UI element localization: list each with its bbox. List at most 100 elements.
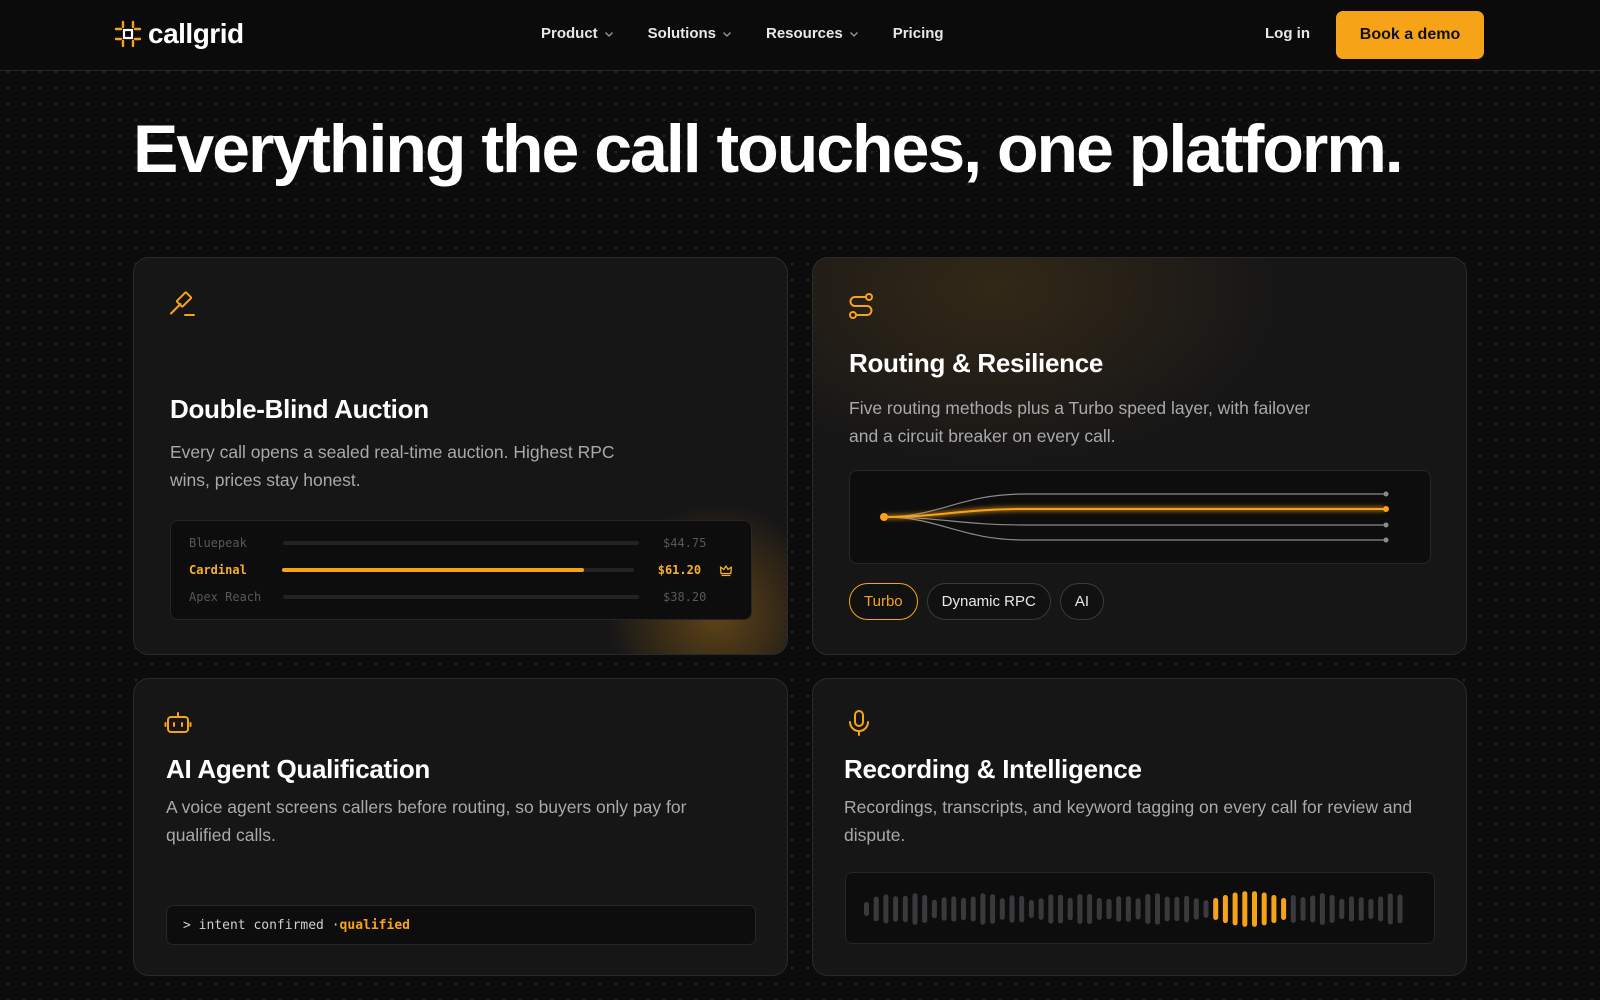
bid-track (283, 541, 639, 545)
bid-name: Bluepeak (189, 536, 247, 550)
waveform-bar (1329, 894, 1335, 923)
top-nav: callgrid Product Solutions Resources Pri… (0, 0, 1600, 71)
waveform-bars (864, 891, 1403, 927)
waveform-bar (1203, 900, 1209, 918)
waveform-bar (1300, 897, 1306, 921)
waveform-bar (1135, 898, 1141, 920)
crown-icon (719, 565, 733, 577)
waveform-bar (1184, 895, 1190, 923)
waveform-bar (1028, 900, 1034, 918)
chevron-down-icon (723, 31, 731, 37)
nav-pricing-label: Pricing (892, 25, 944, 42)
bid-name: Cardinal (189, 563, 247, 577)
waveform-bar (1290, 895, 1296, 923)
routing-diagram (849, 470, 1431, 564)
waveform-bar (1242, 891, 1248, 927)
nav-product[interactable]: Product (541, 25, 614, 42)
waveform-bar (1038, 898, 1044, 920)
nav-solutions[interactable]: Solutions (648, 25, 732, 42)
terminal-prefix: > intent confirmed · (183, 917, 340, 933)
audio-waveform (845, 872, 1435, 944)
waveform-bar (1339, 898, 1345, 920)
book-demo-button[interactable]: Book a demo (1336, 11, 1484, 59)
card-description: A voice agent screens callers before rou… (166, 797, 687, 845)
card-description: Five routing methods plus a Turbo speed … (849, 398, 1311, 446)
logo[interactable]: callgrid (114, 18, 244, 50)
waveform-bar (1387, 893, 1393, 925)
chip-dynamic-rpc[interactable]: Dynamic RPC (926, 583, 1051, 620)
card-title: Recording & Intelligence (844, 754, 1142, 784)
waveform-bar (893, 896, 899, 922)
waveform-bar (1067, 897, 1073, 921)
waveform-bar (999, 898, 1005, 920)
login-link[interactable]: Log in (1265, 25, 1310, 42)
waveform-bar (1145, 894, 1151, 924)
waveform-bar (951, 896, 957, 922)
waveform-bar (1261, 892, 1267, 926)
waveform-bar (864, 902, 869, 916)
waveform-bar (873, 896, 879, 922)
auction-panel: Bluepeak $44.75 Cardinal $61.20 Apex Rea… (170, 520, 752, 620)
chip-ai[interactable]: AI (1059, 583, 1105, 620)
routing-lines (880, 491, 1389, 543)
waveform-bar (1048, 894, 1054, 924)
card-description: Recordings, transcripts, and keyword tag… (844, 797, 1413, 845)
terminal-status: qualified (339, 917, 410, 933)
nav-resources[interactable]: Resources (766, 25, 859, 42)
waveform-bar (1155, 893, 1160, 925)
bid-track (283, 595, 639, 599)
page-title: Everything the call touches, one platfor… (133, 111, 1404, 187)
chevron-down-icon (849, 31, 858, 37)
waveform-bar (1397, 894, 1403, 924)
waveform-bar (1222, 895, 1228, 924)
bot-icon (164, 712, 192, 733)
waveform-bar (990, 894, 996, 924)
waveform-bar (883, 894, 889, 924)
waveform-bar (912, 893, 918, 925)
gavel-icon (170, 291, 195, 316)
waveform-bar (1116, 896, 1122, 922)
waveform-bar (1319, 893, 1325, 925)
waveform-bar (1125, 896, 1131, 922)
waveform-bar (1164, 896, 1170, 922)
card-title: AI Agent Qualification (166, 754, 431, 784)
waveform-bar (1019, 895, 1025, 923)
chip-turbo[interactable]: Turbo (849, 583, 918, 620)
nav-resources-label: Resources (766, 25, 843, 42)
nav-solutions-label: Solutions (647, 25, 716, 42)
waveform-bar (1096, 898, 1102, 920)
routing-method-chips: Turbo Dynamic RPC AI (849, 583, 1105, 620)
waveform-bar (961, 897, 966, 921)
bid-row-winner: Cardinal $61.20 (189, 560, 733, 580)
waveform-bar (1271, 895, 1277, 924)
card-description: Every call opens a sealed real-time auct… (170, 442, 615, 490)
mic-icon (849, 710, 869, 736)
bid-amount: $61.20 (657, 563, 702, 577)
waveform-bar (970, 896, 976, 922)
bid-fill (281, 568, 585, 572)
waveform-bar (931, 899, 937, 919)
waveform-bar (922, 894, 928, 923)
bid-amount: $44.75 (663, 536, 707, 550)
waveform-bar (1252, 891, 1257, 927)
logo-text: callgrid (148, 18, 244, 49)
card-title: Double-Blind Auction (170, 394, 429, 424)
card-routing-resilience: Routing & Resilience Five routing method… (812, 257, 1467, 655)
nav-links: Product Solutions Resources Pricing (541, 25, 944, 42)
nav-pricing[interactable]: Pricing (893, 25, 944, 42)
waveform-bar (1058, 894, 1063, 924)
waveform-bar (1368, 898, 1374, 920)
route-icon (849, 293, 873, 319)
waveform-bar (1009, 895, 1015, 923)
waveform-bar (941, 897, 947, 921)
nav-product-label: Product (541, 25, 598, 42)
waveform-bar (1232, 892, 1238, 926)
card-title: Routing & Resilience (849, 348, 1104, 378)
waveform-bar (902, 895, 908, 923)
waveform-bar (1281, 898, 1287, 920)
waveform-bar (1358, 897, 1364, 921)
waveform-bar (1193, 898, 1199, 920)
card-ai-agent-qualification: AI Agent Qualification A voice agent scr… (133, 678, 788, 976)
bid-row: Apex Reach $38.20 (189, 587, 733, 607)
chevron-down-icon (604, 31, 613, 37)
